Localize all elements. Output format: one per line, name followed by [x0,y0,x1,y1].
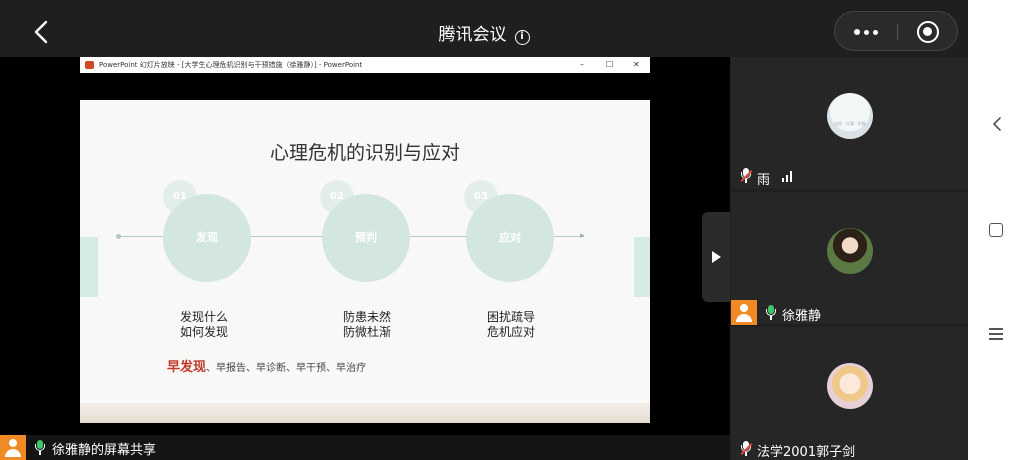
sharer-name: 徐雅静的屏幕共享 [52,443,157,458]
step-desc-line: 困扰疏导 [486,310,535,324]
system-navigation-bar [968,0,1024,460]
microphone-on-icon [765,305,776,320]
mini-program-capsule [834,11,958,51]
step-desc-line: 如何发现 [179,325,228,339]
avatar [827,93,873,139]
participant-tile[interactable]: 法学2001郭子剑 [731,327,968,460]
slide-band-right [634,237,650,297]
timeline-start-dot [116,234,121,239]
step-desc-line: 防患未然 [342,310,391,324]
screen-share-area: PowerPoint 幻灯片放映 - [大学生心理危机识别与干预措施（徐雅静）]… [0,57,730,460]
timeline-arrow-icon: ▸ [580,231,585,241]
slide-footer: 早发现、早报告、早诊断、早干预、早治疗 [167,356,366,375]
step-description: 困扰疏导 危机应对 [466,310,556,340]
participant-tile[interactable]: 雨 [731,57,968,189]
step-description: 防患未然 防微杜渐 [322,310,412,340]
presentation-slide: 心理危机的识别与应对 ▸ 01 发现 发现什么 如何发现 02 预判 防患未然 … [80,100,650,423]
meeting-title: 腾讯会议 i [0,20,968,45]
top-bar: 腾讯会议 i [0,0,968,64]
minimize-button[interactable]: – [580,57,584,73]
step-desc-line: 危机应对 [486,325,535,339]
step-description: 发现什么 如何发现 [159,310,249,340]
close-button[interactable]: ✕ [633,57,640,73]
slide-band-left [80,237,98,297]
slide-title: 心理危机的识别与应对 [269,142,460,164]
sharer-avatar [0,435,26,460]
avatar [827,363,873,409]
step-desc-line: 防微杜渐 [342,325,391,339]
close-target-icon[interactable] [917,21,939,43]
participant-name: 法学2001郭子剑 [757,445,856,460]
nav-home-icon[interactable] [989,223,1003,237]
participant-name: 雨 [757,173,771,188]
sharer-label-bar: 徐雅静的屏幕共享 [0,435,730,460]
microphone-muted-icon [740,441,751,456]
maximize-button[interactable]: ☐ [606,57,613,73]
participant-name: 徐雅静 [782,309,822,324]
info-icon[interactable]: i [514,30,530,45]
microphone-muted-icon [740,168,751,183]
participant-avatar-badge [731,300,757,325]
more-icon[interactable] [835,12,897,52]
step-circle: 发现 [163,194,251,282]
avatar [827,228,873,274]
nav-back-icon[interactable] [990,116,1004,132]
step-circle: 预判 [322,194,410,282]
powerpoint-logo-icon [85,61,94,69]
nav-menu-icon[interactable] [989,328,1003,340]
participant-list: 雨 徐雅静 法学2001郭子剑 [731,57,968,460]
footer-text: 、早报告、早诊断、早干预、早治疗 [206,363,367,374]
microphone-on-icon [34,440,45,455]
collapse-participants-button[interactable] [702,212,730,302]
signal-strength-icon [782,170,794,182]
participant-tile[interactable]: 徐雅静 [731,192,968,325]
footer-highlight: 早发现 [167,360,207,375]
slide-bottom-band [80,403,650,423]
step-circle: 应对 [466,194,554,282]
step-desc-line: 发现什么 [179,310,228,324]
powerpoint-titlebar: PowerPoint 幻灯片放映 - [大学生心理危机识别与干预措施（徐雅静）]… [80,57,650,73]
capsule-divider [897,24,898,40]
app-title: 腾讯会议 [438,25,507,45]
powerpoint-window-title: PowerPoint 幻灯片放映 - [大学生心理危机识别与干预措施（徐雅静）]… [99,61,363,69]
